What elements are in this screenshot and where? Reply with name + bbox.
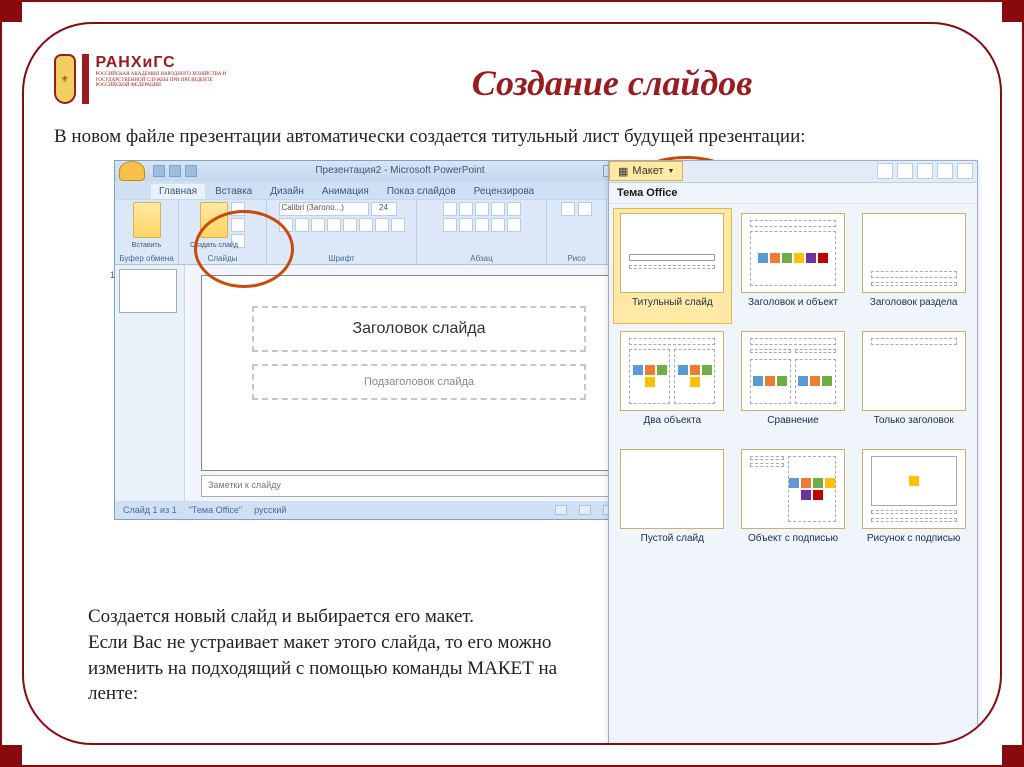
group-slides-label: Слайды bbox=[208, 254, 238, 264]
intro-text: В новом файле презентации автоматически … bbox=[54, 124, 934, 150]
outro-text: Создается новый слайд и выбирается его м… bbox=[88, 604, 608, 707]
frame-corner bbox=[2, 745, 22, 765]
layout-item-blank[interactable]: Пустой слайд bbox=[613, 444, 732, 560]
font-name-input[interactable]: Calibri (Заголо...) bbox=[279, 202, 369, 216]
layout-button[interactable] bbox=[231, 202, 245, 216]
shadow-button[interactable] bbox=[343, 218, 357, 232]
align-center-button[interactable] bbox=[459, 218, 473, 232]
spacing-button[interactable] bbox=[359, 218, 373, 232]
logo-block bbox=[82, 54, 90, 104]
gallery-heading: Тема Office bbox=[609, 183, 977, 204]
justify-button[interactable] bbox=[491, 218, 505, 232]
frame-corner bbox=[1002, 2, 1022, 22]
layout-icon: ▦ bbox=[618, 165, 628, 178]
italic-button[interactable] bbox=[295, 218, 309, 232]
toolbar-icon[interactable] bbox=[877, 163, 893, 179]
group-paragraph-label: Абзац bbox=[470, 254, 492, 264]
columns-button[interactable] bbox=[507, 218, 521, 232]
layout-item-title-slide[interactable]: Титульный слайд bbox=[613, 208, 732, 324]
logo-text-sub: РОССИЙСКАЯ АКАДЕМИЯ НАРОДНОГО ХОЗЯЙСТВА … bbox=[95, 72, 234, 89]
slide-title: Создание слайдов bbox=[254, 54, 970, 104]
layout-item-title-content[interactable]: Заголовок и объект bbox=[734, 208, 853, 324]
bold-button[interactable] bbox=[279, 218, 293, 232]
reset-button[interactable] bbox=[231, 218, 245, 232]
toolbar-icon[interactable] bbox=[957, 163, 973, 179]
chevron-down-icon: ▼ bbox=[668, 168, 675, 175]
shape-button[interactable] bbox=[561, 202, 575, 216]
ribbon-tabs[interactable]: Главная Вставка Дизайн Анимация Показ сл… bbox=[115, 181, 653, 199]
toolbar-icon[interactable] bbox=[917, 163, 933, 179]
quick-access-toolbar[interactable] bbox=[153, 165, 197, 177]
align-right-button[interactable] bbox=[475, 218, 489, 232]
logo-emblem-icon: ⚜ bbox=[54, 54, 76, 104]
subtitle-placeholder[interactable]: Подзаголовок слайда bbox=[252, 364, 586, 400]
group-draw-label: Рисо bbox=[567, 254, 585, 264]
window-title: Презентация2 - Microsoft PowerPoint bbox=[197, 165, 603, 176]
slide-thumb-1[interactable]: 1 bbox=[119, 269, 177, 313]
status-theme: "Тема Office" bbox=[189, 505, 242, 515]
ranepa-logo: ⚜ РАНХиГС РОССИЙСКАЯ АКАДЕМИЯ НАРОДНОГО … bbox=[54, 54, 234, 104]
frame-corner bbox=[1002, 745, 1022, 765]
group-font-label: Шрифт bbox=[328, 254, 354, 264]
indent-dec-button[interactable] bbox=[475, 202, 489, 216]
layout-item-comparison[interactable]: Сравнение bbox=[734, 326, 853, 442]
layout-dropdown-button[interactable]: ▦ Макет ▼ bbox=[609, 161, 683, 181]
toolbar-icon[interactable] bbox=[897, 163, 913, 179]
tab-animation[interactable]: Анимация bbox=[314, 184, 377, 199]
status-lang: русский bbox=[254, 505, 286, 515]
slide-content: ⚜ РАНХиГС РОССИЙСКАЯ АКАДЕМИЯ НАРОДНОГО … bbox=[22, 22, 1002, 745]
powerpoint-screenshot: Презентация2 - Microsoft PowerPoint Глав… bbox=[114, 160, 654, 520]
slide-outer-frame: ⚜ РАНХиГС РОССИЙСКАЯ АКАДЕМИЯ НАРОДНОГО … bbox=[0, 0, 1024, 767]
align-left-button[interactable] bbox=[443, 218, 457, 232]
view-sorter-icon[interactable] bbox=[579, 505, 591, 515]
font-color-button[interactable] bbox=[391, 218, 405, 232]
layout-item-title-only[interactable]: Только заголовок bbox=[854, 326, 973, 442]
tab-slideshow[interactable]: Показ слайдов bbox=[379, 184, 464, 199]
slide-thumbnails-panel[interactable]: 1 bbox=[115, 265, 185, 501]
layout-item-section-header[interactable]: Заголовок раздела bbox=[854, 208, 973, 324]
toolbar-icon[interactable] bbox=[937, 163, 953, 179]
title-placeholder[interactable]: Заголовок слайда bbox=[252, 306, 586, 352]
picture-icon bbox=[909, 476, 919, 486]
tab-insert[interactable]: Вставка bbox=[207, 184, 260, 199]
status-slide: Слайд 1 из 1 bbox=[123, 505, 177, 515]
arrange-button[interactable] bbox=[578, 202, 592, 216]
notes-pane[interactable]: Заметки к слайду bbox=[201, 475, 637, 497]
layout-gallery-popup: ▦ Макет ▼ Тема Office Титульный слайд bbox=[608, 160, 978, 745]
layout-item-two-content[interactable]: Два объекта bbox=[613, 326, 732, 442]
numbering-button[interactable] bbox=[459, 202, 473, 216]
bullets-button[interactable] bbox=[443, 202, 457, 216]
case-button[interactable] bbox=[375, 218, 389, 232]
office-button-icon[interactable] bbox=[119, 161, 145, 181]
underline-button[interactable] bbox=[311, 218, 325, 232]
slide-canvas[interactable]: Заголовок слайда Подзаголовок слайда bbox=[201, 275, 637, 471]
new-slide-button[interactable]: Создать слайд bbox=[200, 202, 228, 238]
linespacing-button[interactable] bbox=[507, 202, 521, 216]
layout-item-content-caption[interactable]: Объект с подписью bbox=[734, 444, 853, 560]
view-normal-icon[interactable] bbox=[555, 505, 567, 515]
layout-button-label: Макет bbox=[632, 165, 663, 177]
frame-corner bbox=[2, 2, 22, 22]
font-size-input[interactable]: 24 bbox=[371, 202, 397, 216]
indent-inc-button[interactable] bbox=[491, 202, 505, 216]
tab-review[interactable]: Рецензирова bbox=[466, 184, 543, 199]
group-clipboard-label: Буфер обмена bbox=[119, 254, 173, 264]
tab-home[interactable]: Главная bbox=[151, 184, 205, 199]
tab-design[interactable]: Дизайн bbox=[262, 184, 312, 199]
strike-button[interactable] bbox=[327, 218, 341, 232]
logo-text-main: РАНХиГС bbox=[95, 54, 234, 72]
paste-button[interactable]: Вставить bbox=[133, 202, 161, 238]
layout-item-picture-caption[interactable]: Рисунок с подписью bbox=[854, 444, 973, 560]
